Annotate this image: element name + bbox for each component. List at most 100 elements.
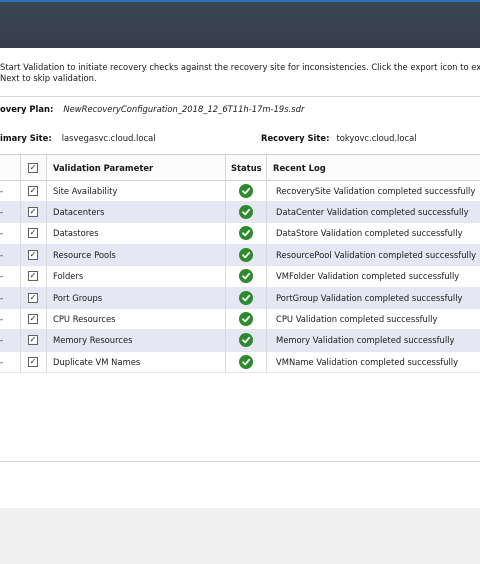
validation-parameter: Folders bbox=[53, 271, 84, 282]
column-divider bbox=[266, 265, 267, 287]
instructions-line-1: Start Validation to initiate recovery ch… bbox=[0, 62, 480, 72]
status-cell bbox=[239, 308, 259, 329]
primary-site-value: lasvegasvc.cloud.local bbox=[61, 133, 156, 143]
column-divider bbox=[46, 329, 47, 351]
checkbox-checked-icon[interactable]: ✓ bbox=[28, 292, 38, 303]
checkbox-checked-icon[interactable]: ✓ bbox=[28, 356, 38, 367]
row-lead: - bbox=[0, 185, 4, 196]
status-cell bbox=[239, 330, 259, 351]
header-recent-log[interactable]: Recent Log bbox=[273, 155, 473, 180]
row-checkbox[interactable]: ✓ bbox=[28, 180, 44, 201]
column-divider bbox=[266, 244, 267, 266]
row-lead: - bbox=[0, 335, 4, 346]
recent-log: VMFolder Validation completed successful… bbox=[276, 271, 460, 282]
column-divider bbox=[225, 155, 226, 180]
header-status[interactable]: Status bbox=[231, 155, 267, 180]
recent-log: DataStore Validation completed successfu… bbox=[276, 228, 463, 239]
recent-log: VMName Validation completed successfully bbox=[276, 356, 459, 367]
column-divider bbox=[46, 287, 47, 308]
row-checkbox[interactable]: ✓ bbox=[28, 330, 44, 351]
column-divider bbox=[266, 201, 267, 223]
check-circle-icon bbox=[239, 226, 253, 241]
table-row[interactable]: - ✓ Port Groups PortGroup Validation comple… bbox=[0, 287, 480, 309]
table-row[interactable]: - ✓ Memory Resources Memory Validation comp… bbox=[0, 329, 480, 352]
status-cell bbox=[239, 287, 259, 308]
column-divider bbox=[266, 287, 267, 308]
table-row[interactable]: - ✓ Resource Pools ResourcePool Validation … bbox=[0, 244, 480, 267]
header-validation-parameter[interactable]: Validation Parameter bbox=[53, 155, 223, 180]
dialog-footer bbox=[0, 508, 480, 564]
validation-parameter: Resource Pools bbox=[53, 249, 116, 260]
checkbox-checked-icon[interactable]: ✓ bbox=[28, 185, 38, 196]
primary-site-info: imary Site: lasvegasvc.cloud.local bbox=[0, 133, 156, 143]
recent-log: CPU Validation completed successfully bbox=[276, 313, 438, 324]
checkbox-checked-icon[interactable]: ✓ bbox=[28, 206, 38, 217]
table-header: ✓ Validation Parameter Status Recent Log bbox=[0, 154, 480, 181]
status-cell bbox=[239, 351, 259, 372]
column-divider bbox=[20, 201, 21, 223]
primary-site-label: imary Site: bbox=[0, 133, 52, 143]
column-divider bbox=[225, 180, 226, 201]
column-divider bbox=[266, 329, 267, 351]
column-divider bbox=[266, 155, 267, 180]
column-divider bbox=[46, 351, 47, 373]
column-divider bbox=[225, 287, 226, 308]
recent-log: DataCenter Validation completed successf… bbox=[276, 206, 469, 217]
status-cell bbox=[239, 201, 259, 222]
validation-parameter: CPU Resources bbox=[53, 313, 116, 324]
table-row[interactable]: - ✓ Site Availability RecoverySite Validati… bbox=[0, 180, 480, 202]
checkbox-checked-icon[interactable]: ✓ bbox=[28, 228, 38, 239]
column-divider bbox=[266, 308, 267, 330]
recovery-site-info: Recovery Site: tokyovc.cloud.local bbox=[261, 133, 417, 143]
column-divider bbox=[266, 351, 267, 373]
table-row[interactable]: - ✓ Datacenters DataCenter Validation compl… bbox=[0, 201, 480, 224]
row-checkbox[interactable]: ✓ bbox=[28, 223, 44, 244]
check-circle-icon bbox=[239, 290, 253, 305]
table-row[interactable]: - ✓ CPU Resources CPU Validation completed … bbox=[0, 308, 480, 331]
instructions-text: Start Validation to initiate recovery ch… bbox=[0, 62, 480, 84]
check-circle-icon bbox=[239, 183, 253, 198]
recovery-site-value: tokyovc.cloud.local bbox=[336, 133, 417, 143]
row-checkbox[interactable]: ✓ bbox=[28, 266, 44, 287]
row-checkbox[interactable]: ✓ bbox=[28, 287, 44, 308]
check-circle-icon bbox=[239, 247, 253, 262]
row-lead: - bbox=[0, 313, 4, 324]
validation-parameter: Memory Resources bbox=[53, 335, 133, 346]
recent-log: Memory Validation completed successfully bbox=[276, 335, 455, 346]
column-divider bbox=[20, 222, 21, 244]
column-divider bbox=[46, 201, 47, 223]
header-select-all-checkbox[interactable]: ✓ bbox=[28, 155, 44, 180]
column-divider bbox=[46, 222, 47, 244]
table-row[interactable]: - ✓ Duplicate VM Names VMName Validation co… bbox=[0, 351, 480, 374]
column-divider bbox=[46, 244, 47, 266]
table-row[interactable]: - ✓ Folders VMFolder Validation completed s… bbox=[0, 265, 480, 288]
row-checkbox[interactable]: ✓ bbox=[28, 351, 44, 372]
header-lead bbox=[0, 155, 20, 180]
row-lead: - bbox=[0, 271, 4, 282]
check-circle-icon bbox=[239, 333, 253, 348]
column-divider bbox=[46, 180, 47, 201]
row-checkbox[interactable]: ✓ bbox=[28, 308, 44, 329]
recovery-site-label: Recovery Site: bbox=[261, 133, 330, 143]
checkbox-checked-icon[interactable]: ✓ bbox=[28, 249, 38, 260]
validation-parameter: Datacenters bbox=[53, 206, 105, 217]
table-row[interactable]: - ✓ Datastores DataStore Validation complet… bbox=[0, 222, 480, 245]
column-divider bbox=[20, 287, 21, 308]
validation-parameter: Duplicate VM Names bbox=[53, 356, 141, 367]
row-checkbox[interactable]: ✓ bbox=[28, 201, 44, 222]
checkbox-checked-icon[interactable]: ✓ bbox=[28, 313, 38, 324]
recent-log: ResourcePool Validation completed succes… bbox=[276, 249, 476, 260]
checkbox-checked-icon[interactable]: ✓ bbox=[28, 271, 38, 282]
checkbox-checked-icon[interactable]: ✓ bbox=[28, 162, 38, 173]
checkbox-checked-icon[interactable]: ✓ bbox=[28, 335, 38, 346]
validation-parameter: Port Groups bbox=[53, 292, 103, 303]
status-cell bbox=[239, 180, 259, 201]
row-lead: - bbox=[0, 356, 4, 367]
recent-log: PortGroup Validation completed successfu… bbox=[276, 292, 463, 303]
column-divider bbox=[225, 244, 226, 266]
column-divider bbox=[46, 155, 47, 180]
row-lead: - bbox=[0, 292, 4, 303]
column-divider bbox=[225, 308, 226, 330]
row-checkbox[interactable]: ✓ bbox=[28, 244, 44, 265]
column-divider bbox=[225, 329, 226, 351]
